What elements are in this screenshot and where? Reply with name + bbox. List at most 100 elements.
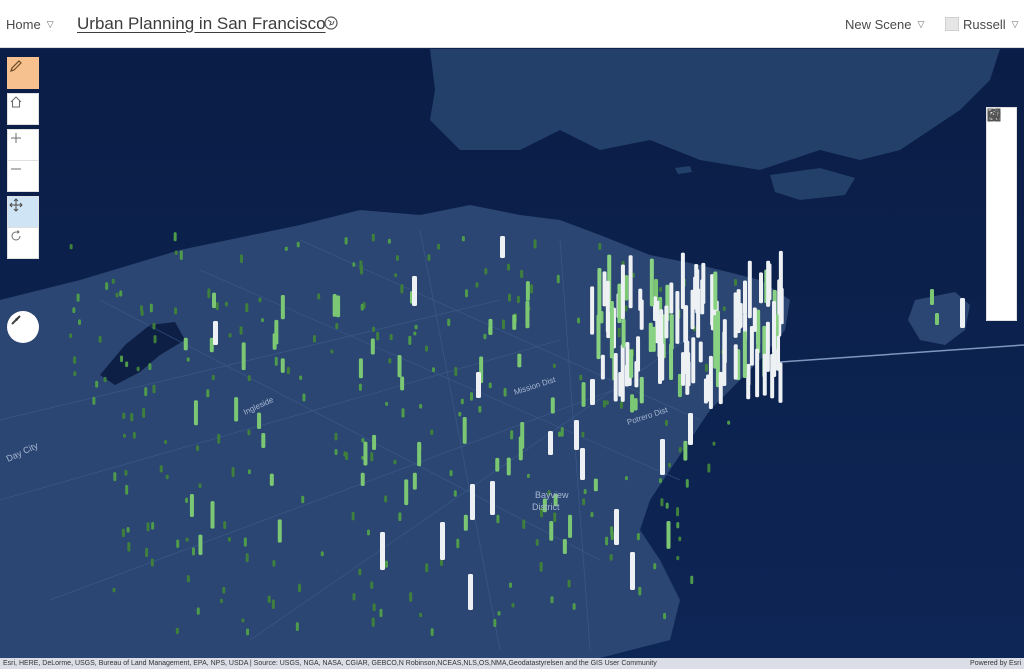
building-extrusion	[231, 467, 235, 478]
building-extrusion	[69, 243, 73, 250]
scene-view[interactable]: Day City Bayview District Potrero Dist M…	[0, 49, 1024, 669]
building-extrusion	[624, 305, 628, 312]
building-extrusion	[476, 372, 481, 398]
building-extrusion	[400, 284, 404, 294]
building-extrusion	[653, 563, 657, 570]
edit-button[interactable]	[7, 57, 39, 89]
building-extrusion	[596, 314, 601, 360]
building-extrusion	[394, 273, 398, 278]
building-extrusion	[196, 445, 200, 452]
building-extrusion	[210, 501, 215, 529]
building-extrusion	[517, 353, 522, 368]
compass-button[interactable]	[7, 311, 39, 343]
building-extrusion	[301, 495, 305, 504]
building-extrusion	[727, 420, 731, 425]
building-extrusion	[605, 280, 610, 333]
building-extrusion	[520, 269, 524, 279]
building-extrusion	[72, 307, 76, 314]
building-extrusion	[621, 318, 626, 348]
building-extrusion	[572, 603, 576, 610]
building-extrusion	[579, 374, 583, 381]
building-extrusion	[385, 401, 389, 406]
building-extrusion	[370, 451, 374, 462]
building-extrusion	[295, 622, 299, 631]
building-extrusion	[722, 306, 726, 312]
building-extrusion	[749, 326, 754, 366]
building-extrusion	[219, 598, 223, 604]
building-extrusion	[206, 389, 210, 398]
building-extrusion	[73, 371, 77, 376]
scene-title[interactable]: Urban Planning in San Francisco	[77, 0, 326, 48]
rotate-button[interactable]	[7, 227, 39, 259]
building-extrusion	[186, 575, 190, 583]
building-extrusion	[488, 382, 492, 389]
building-extrusion	[562, 538, 567, 554]
building-extrusion	[628, 255, 633, 309]
building-extrusion	[583, 488, 587, 495]
home-menu[interactable]: Home ▽	[6, 0, 54, 48]
building-extrusion	[192, 547, 196, 556]
layers-button[interactable]	[987, 109, 1016, 170]
building-extrusion	[371, 233, 375, 242]
building-extrusion	[669, 282, 674, 314]
building-extrusion	[298, 583, 302, 593]
building-extrusion	[470, 392, 474, 401]
powered-by-esri[interactable]: Powered by Esri	[970, 658, 1021, 669]
building-extrusion	[511, 603, 515, 608]
building-extrusion	[372, 434, 377, 450]
building-extrusion	[176, 539, 180, 549]
building-extrusion	[507, 263, 511, 271]
building-extrusion	[484, 268, 488, 275]
building-extrusion	[274, 356, 278, 366]
building-extrusion	[742, 331, 747, 379]
basemap-gallery-button[interactable]	[987, 108, 1016, 200]
building-extrusion	[610, 526, 614, 536]
user-menu[interactable]: Russell ▽	[945, 0, 1019, 48]
building-extrusion	[698, 341, 703, 363]
daylight-button[interactable]	[987, 109, 1016, 231]
building-extrusion	[150, 558, 154, 567]
building-extrusion	[419, 403, 423, 409]
building-extrusion	[688, 413, 693, 445]
building-extrusion	[185, 497, 189, 504]
measure-button[interactable]	[987, 114, 1016, 261]
building-extrusion	[605, 400, 609, 405]
building-extrusion	[620, 344, 625, 402]
building-extrusion	[695, 269, 700, 314]
building-extrusion	[488, 318, 493, 336]
building-extrusion	[550, 397, 555, 414]
chevron-down-icon: ▽	[46, 18, 54, 29]
building-extrusion	[212, 292, 217, 309]
building-extrusion	[483, 333, 487, 340]
map-label-district: District	[532, 502, 560, 512]
building-extrusion	[602, 400, 606, 408]
building-extrusion	[590, 286, 595, 335]
share-button[interactable]	[987, 109, 1016, 292]
new-scene-menu[interactable]: New Scene ▽	[845, 0, 924, 48]
building-extrusion	[213, 321, 218, 345]
home-button[interactable]	[7, 93, 39, 125]
building-extrusion	[779, 287, 784, 325]
building-extrusion	[332, 294, 337, 317]
zoom-in-button[interactable]	[7, 129, 39, 161]
building-extrusion	[581, 431, 585, 438]
zoom-out-button[interactable]	[7, 160, 39, 192]
globe-icon[interactable]	[324, 16, 338, 30]
settings-button[interactable]	[987, 111, 1016, 322]
pan-button[interactable]	[7, 196, 39, 228]
building-extrusion	[175, 627, 179, 635]
building-extrusion	[370, 338, 375, 355]
building-extrusion	[676, 555, 680, 561]
building-extrusion	[746, 373, 751, 400]
building-extrusion	[277, 519, 282, 543]
building-extrusion	[665, 502, 669, 509]
building-extrusion	[525, 281, 530, 301]
building-extrusion	[149, 303, 153, 313]
building-extrusion	[755, 348, 760, 398]
building-extrusion	[366, 529, 370, 536]
building-extrusion	[676, 522, 680, 529]
building-extrusion	[239, 326, 243, 335]
building-extrusion	[404, 479, 409, 506]
building-extrusion	[330, 349, 334, 354]
building-extrusion	[312, 334, 316, 343]
